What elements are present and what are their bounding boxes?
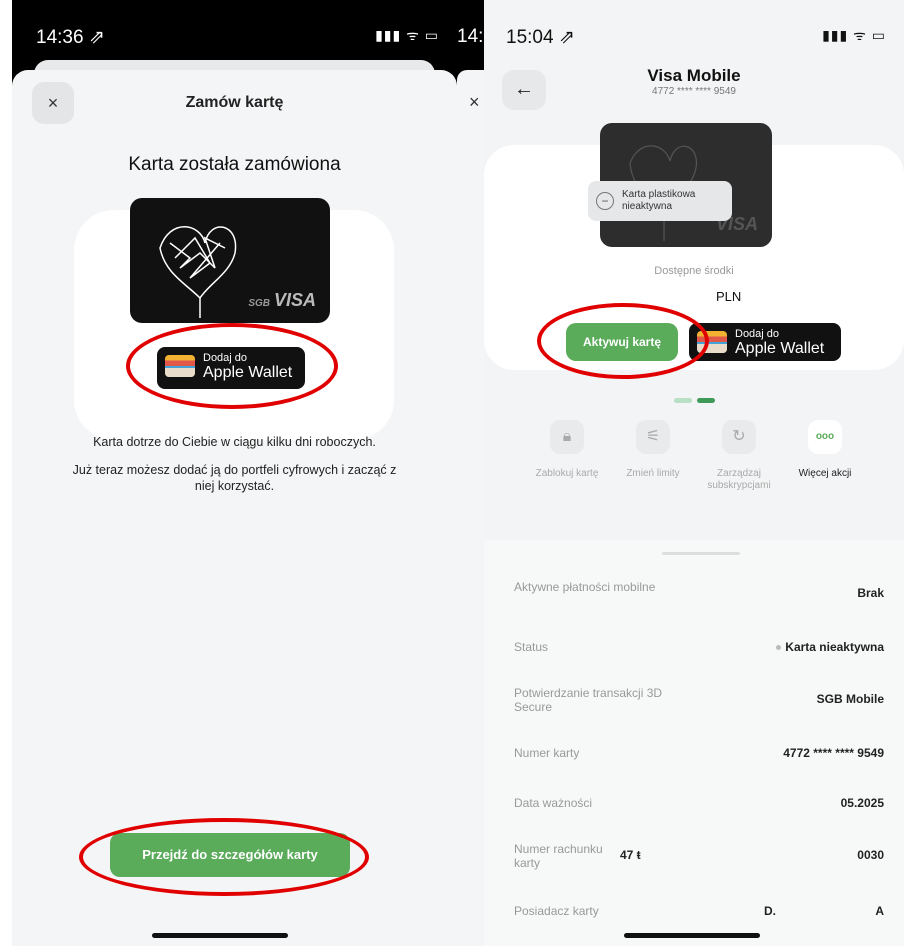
action-label: Więcej akcji bbox=[798, 468, 852, 479]
status-bar: 14:36 ⇗ ▮▮▮ ᯤ ▭ bbox=[12, 0, 457, 60]
minus-icon: − bbox=[596, 192, 614, 210]
card-actions: 🔒︎ Zablokuj kartę ⚟ Zmień limity ↻ Zarzą… bbox=[524, 420, 884, 492]
inactive-card-badge: − Karta plastikowa nieaktywna bbox=[588, 181, 732, 221]
more-icon: ooo bbox=[808, 420, 842, 454]
detail-value: SGB Mobile bbox=[816, 692, 884, 706]
add-to-apple-wallet-button[interactable]: Dodaj do Apple Wallet bbox=[689, 323, 841, 361]
action-label: Zarządzaj subskrypcjami bbox=[707, 468, 771, 491]
available-funds-label: Dostępne środki bbox=[654, 265, 734, 277]
card-bank-logo: SGB bbox=[248, 298, 270, 309]
status-icons: ▮▮▮ ᯤ ▭ bbox=[822, 27, 886, 43]
detail-key: Aktywne płatności mobilne bbox=[514, 580, 656, 594]
visa-logo: VISA bbox=[273, 290, 316, 310]
right-phone-screen: 15:04 ⇗ ▮▮▮ ᯤ ▭ ← Visa Mobile 4772 **** … bbox=[484, 0, 904, 946]
pager-dot-active[interactable] bbox=[697, 398, 715, 403]
detail-key: Numer karty bbox=[514, 746, 580, 760]
sheet-grabber[interactable] bbox=[662, 552, 740, 555]
pager-dot-inactive[interactable] bbox=[674, 398, 692, 403]
detail-key: Potwierdzanie transakcji 3D Secure bbox=[514, 686, 663, 714]
delivery-info: Karta dotrze do Ciebie w ciągu kilku dni… bbox=[93, 435, 376, 449]
sheet-title: Zamów kartę bbox=[185, 94, 284, 111]
action-manage-subscriptions[interactable]: ↻ Zarządzaj subskrypcjami bbox=[696, 420, 782, 492]
detail-value-partial: 47 ŧ bbox=[620, 848, 641, 862]
home-indicator bbox=[624, 933, 760, 938]
wallet-info: Już teraz możesz dodać ją do portfeli cy… bbox=[72, 463, 397, 493]
partial-time: 14: bbox=[457, 26, 484, 47]
status-time: 14:36 ⇗ bbox=[36, 27, 105, 48]
home-indicator bbox=[152, 933, 288, 938]
detail-key: Status bbox=[514, 640, 549, 654]
detail-value: 05.2025 bbox=[840, 796, 884, 810]
order-confirmation-title: Karta została zamówiona bbox=[128, 154, 341, 175]
detail-value: A bbox=[875, 904, 884, 918]
action-label: Zmień limity bbox=[626, 468, 680, 479]
partial-close-icon: × bbox=[469, 92, 480, 112]
currency-value: PLN bbox=[716, 289, 742, 304]
detail-key: Numer rachunku karty bbox=[514, 842, 603, 870]
detail-value: 4772 **** **** 9549 bbox=[783, 746, 884, 760]
action-block-card[interactable]: 🔒︎ Zablokuj kartę bbox=[524, 420, 610, 492]
detail-key: Data ważności bbox=[514, 796, 593, 810]
carousel-pager bbox=[674, 390, 720, 408]
status-text: Karta nieaktywna bbox=[785, 640, 884, 654]
card-image: SGB VISA bbox=[130, 198, 330, 323]
action-label: Zablokuj kartę bbox=[535, 468, 599, 479]
order-card-sheet: × Zamów kartę Karta została zamówiona SG… bbox=[12, 70, 457, 946]
wallet-label-top: Dodaj do bbox=[735, 328, 780, 340]
card-details-panel: Aktywne płatności mobilne Brak Status Ka… bbox=[484, 540, 904, 946]
detail-key: Posiadacz karty bbox=[514, 904, 599, 918]
badge-text: Karta plastikowa nieaktywna bbox=[622, 189, 696, 212]
action-more[interactable]: ooo Więcej akcji bbox=[782, 420, 868, 492]
highlight-ellipse-details-button bbox=[79, 818, 369, 896]
status-bar: 15:04 ⇗ ▮▮▮ ᯤ ▭ bbox=[484, 0, 904, 60]
status-dot bbox=[776, 645, 782, 651]
status-icons: ▮▮▮ ᯤ ▭ bbox=[375, 27, 439, 43]
detail-value: Karta nieaktywna bbox=[776, 640, 884, 654]
middle-screen-sliver: 14: × bbox=[457, 0, 484, 946]
highlight-ellipse-wallet bbox=[126, 323, 338, 409]
card-number-subtitle: 4772 **** **** 9549 bbox=[652, 86, 736, 97]
sliders-icon: ⚟ bbox=[636, 420, 670, 454]
detail-value-partial: D. bbox=[764, 904, 776, 918]
refresh-icon: ↻ bbox=[722, 420, 756, 454]
detail-value: Brak bbox=[857, 586, 884, 600]
wallet-label-main: Apple Wallet bbox=[735, 340, 825, 357]
status-time: 15:04 ⇗ bbox=[506, 27, 575, 48]
highlight-ellipse-activate bbox=[537, 303, 709, 379]
left-phone-screen: 14:36 ⇗ ▮▮▮ ᯤ ▭ × Zamów kartę Karta zost… bbox=[12, 0, 457, 946]
page-title: Visa Mobile bbox=[647, 66, 741, 85]
action-change-limits[interactable]: ⚟ Zmień limity bbox=[610, 420, 696, 492]
detail-value: 0030 bbox=[857, 848, 884, 862]
lock-icon: 🔒︎ bbox=[550, 420, 584, 454]
